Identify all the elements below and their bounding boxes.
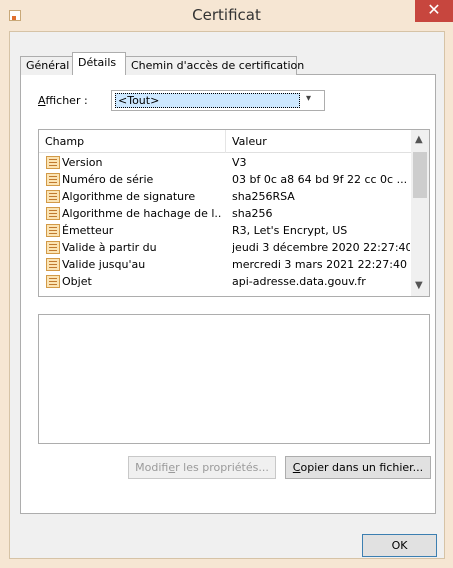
tab-general[interactable]: Général — [20, 56, 73, 75]
certificate-field-icon — [46, 156, 60, 169]
field-value: jeudi 3 décembre 2020 22:27:40 — [232, 241, 410, 254]
afficher-selected-value: <Tout> — [115, 93, 300, 108]
scroll-up-icon[interactable]: ▲ — [415, 134, 423, 145]
field-value: R3, Let's Encrypt, US — [232, 224, 348, 237]
field-value: 03 bf 0c a8 64 bd 9f 22 cc 0c ... — [232, 173, 408, 186]
afficher-accesskey: A — [38, 94, 46, 107]
vertical-scrollbar[interactable]: ▲ ▼ — [411, 130, 429, 296]
certificate-window: Certificat ✕ Général Détails Chemin d'ac… — [0, 0, 453, 568]
modify-properties-button[interactable]: Modifier les propriétés... — [128, 456, 276, 479]
field-name: Algorithme de hachage de l... — [62, 207, 222, 220]
field-value: V3 — [232, 156, 247, 169]
list-header: Champ Valeur — [39, 130, 411, 153]
list-item[interactable]: Émetteur R3, Let's Encrypt, US — [39, 222, 411, 239]
field-value: sha256RSA — [232, 190, 295, 203]
field-name: Valide jusqu'au — [62, 258, 146, 271]
list-item[interactable]: Numéro de série 03 bf 0c a8 64 bd 9f 22 … — [39, 171, 411, 188]
afficher-label: Afficher : — [38, 94, 88, 107]
scroll-down-icon[interactable]: ▼ — [415, 280, 423, 291]
list-item[interactable]: Version V3 — [39, 154, 411, 171]
field-name: Version — [62, 156, 103, 169]
fields-list[interactable]: Champ Valeur Version V3 Numéro de série … — [38, 129, 430, 297]
afficher-select[interactable]: <Tout> ▾ — [111, 90, 325, 111]
list-item[interactable]: Objet api-adresse.data.gouv.fr — [39, 273, 411, 290]
field-value: mercredi 3 mars 2021 22:27:40 — [232, 258, 407, 271]
field-name: Numéro de série — [62, 173, 154, 186]
field-value: sha256 — [232, 207, 273, 220]
list-item[interactable]: Algorithme de hachage de l... sha256 — [39, 205, 411, 222]
scrollbar-thumb[interactable] — [413, 152, 427, 198]
copy-to-file-button[interactable]: Copier dans un fichier... — [285, 456, 431, 479]
certificate-field-icon — [46, 275, 60, 288]
modify-label-a: Modifi — [135, 461, 169, 474]
certificate-field-icon — [46, 241, 60, 254]
tab-details[interactable]: Détails — [72, 52, 126, 75]
list-item[interactable]: Valide à partir du jeudi 3 décembre 2020… — [39, 239, 411, 256]
field-name: Algorithme de signature — [62, 190, 196, 203]
afficher-label-text: fficher : — [45, 94, 88, 107]
column-header-champ[interactable]: Champ — [45, 135, 84, 148]
column-separator[interactable] — [225, 130, 226, 153]
tab-certification-path[interactable]: Chemin d'accès de certification — [125, 56, 304, 75]
column-header-valeur[interactable]: Valeur — [232, 135, 267, 148]
certificate-field-icon — [46, 207, 60, 220]
certificate-field-icon — [46, 224, 60, 237]
field-name: Objet — [62, 275, 92, 288]
chevron-down-icon: ▾ — [306, 93, 312, 104]
close-button[interactable]: ✕ — [415, 0, 453, 22]
ok-button[interactable]: OK — [362, 534, 437, 557]
field-name: Valide à partir du — [62, 241, 157, 254]
certificate-field-icon — [46, 190, 60, 203]
copy-label: opier dans un fichier... — [300, 461, 424, 474]
window-title: Certificat — [192, 6, 261, 24]
list-item[interactable]: Valide jusqu'au mercredi 3 mars 2021 22:… — [39, 256, 411, 273]
certificate-field-icon — [46, 173, 60, 186]
title-bar[interactable]: Certificat ✕ — [0, 0, 453, 31]
field-detail-box[interactable] — [38, 314, 430, 444]
field-value: api-adresse.data.gouv.fr — [232, 275, 366, 288]
certificate-field-icon — [46, 258, 60, 271]
modify-label-b: r les propriétés... — [175, 461, 269, 474]
list-rows: Version V3 Numéro de série 03 bf 0c a8 6… — [39, 154, 411, 290]
list-item[interactable]: Algorithme de signature sha256RSA — [39, 188, 411, 205]
field-name: Émetteur — [62, 224, 114, 237]
